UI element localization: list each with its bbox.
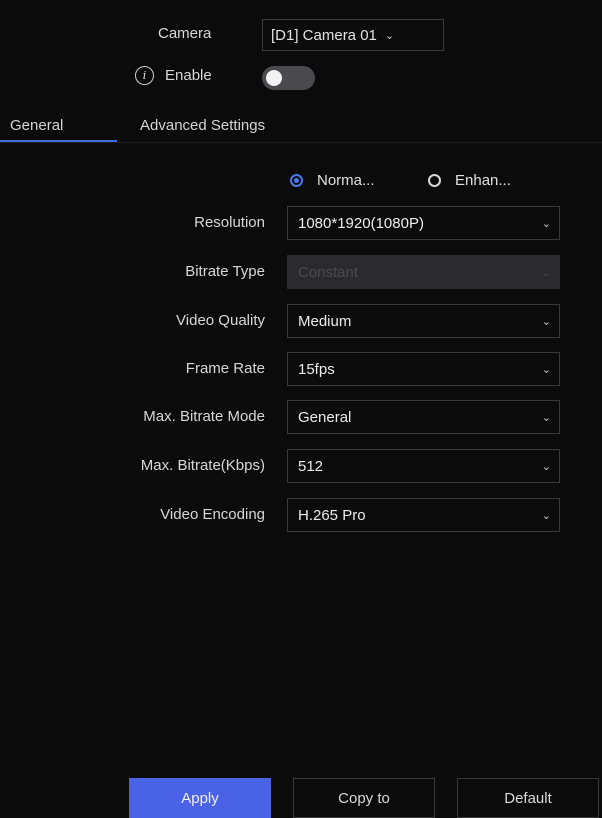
max-bitrate-mode-select[interactable]: General ⌄ bbox=[287, 400, 560, 434]
camera-select-value: [D1] Camera 01 bbox=[271, 26, 377, 44]
apply-button[interactable]: Apply bbox=[129, 778, 271, 818]
max-bitrate-label: Max. Bitrate(Kbps) bbox=[140, 457, 265, 474]
radio-unselected-icon bbox=[428, 174, 441, 187]
chevron-down-icon: ⌄ bbox=[541, 509, 551, 522]
resolution-label: Resolution bbox=[194, 214, 265, 231]
info-icon[interactable]: i bbox=[135, 66, 154, 85]
chevron-down-icon: ⌄ bbox=[541, 217, 551, 230]
frame-rate-select[interactable]: 15fps ⌄ bbox=[287, 352, 560, 386]
camera-select[interactable]: [D1] Camera 01 ⌄ bbox=[262, 19, 444, 51]
video-encoding-value: H.265 Pro bbox=[298, 506, 366, 524]
video-quality-select[interactable]: Medium ⌄ bbox=[287, 304, 560, 338]
radio-normal-label: Norma... bbox=[317, 172, 375, 189]
bitrate-type-label: Bitrate Type bbox=[185, 263, 265, 280]
bitrate-type-value: Constant bbox=[298, 263, 359, 281]
bitrate-type-select: Constant ⌄ bbox=[287, 255, 560, 289]
chevron-down-icon: ⌄ bbox=[541, 266, 551, 279]
video-quality-value: Medium bbox=[298, 312, 352, 330]
frame-rate-value: 15fps bbox=[298, 360, 335, 378]
default-button[interactable]: Default bbox=[457, 778, 599, 818]
max-bitrate-mode-value: General bbox=[298, 408, 352, 426]
max-bitrate-select[interactable]: 512 ⌄ bbox=[287, 449, 560, 483]
radio-normal-stream[interactable]: Norma... bbox=[290, 172, 375, 189]
camera-label: Camera bbox=[158, 25, 212, 42]
radio-selected-icon bbox=[290, 174, 303, 187]
chevron-down-icon: ⌄ bbox=[541, 460, 551, 473]
chevron-down-icon: ⌄ bbox=[384, 29, 395, 42]
chevron-down-icon: ⌄ bbox=[541, 363, 551, 376]
video-quality-label: Video Quality bbox=[176, 312, 265, 329]
tab-divider bbox=[0, 142, 602, 143]
resolution-value: 1080*1920(1080P) bbox=[298, 214, 424, 232]
radio-enhanced-stream[interactable]: Enhan... bbox=[428, 172, 511, 189]
tab-advanced-settings[interactable]: Advanced Settings bbox=[140, 117, 265, 134]
resolution-select[interactable]: 1080*1920(1080P) ⌄ bbox=[287, 206, 560, 240]
chevron-down-icon: ⌄ bbox=[541, 411, 551, 424]
chevron-down-icon: ⌄ bbox=[541, 315, 551, 328]
enable-label: Enable bbox=[165, 67, 212, 84]
enable-toggle[interactable] bbox=[262, 66, 315, 90]
frame-rate-label: Frame Rate bbox=[185, 360, 265, 377]
max-bitrate-value: 512 bbox=[298, 457, 324, 475]
tab-general[interactable]: General bbox=[10, 117, 63, 134]
max-bitrate-mode-label: Max. Bitrate Mode bbox=[143, 408, 265, 425]
video-encoding-select[interactable]: H.265 Pro ⌄ bbox=[287, 498, 560, 532]
radio-enhanced-label: Enhan... bbox=[455, 172, 511, 189]
copy-to-button[interactable]: Copy to bbox=[293, 778, 435, 818]
toggle-knob bbox=[266, 70, 282, 86]
video-encoding-label: Video Encoding bbox=[160, 506, 265, 523]
